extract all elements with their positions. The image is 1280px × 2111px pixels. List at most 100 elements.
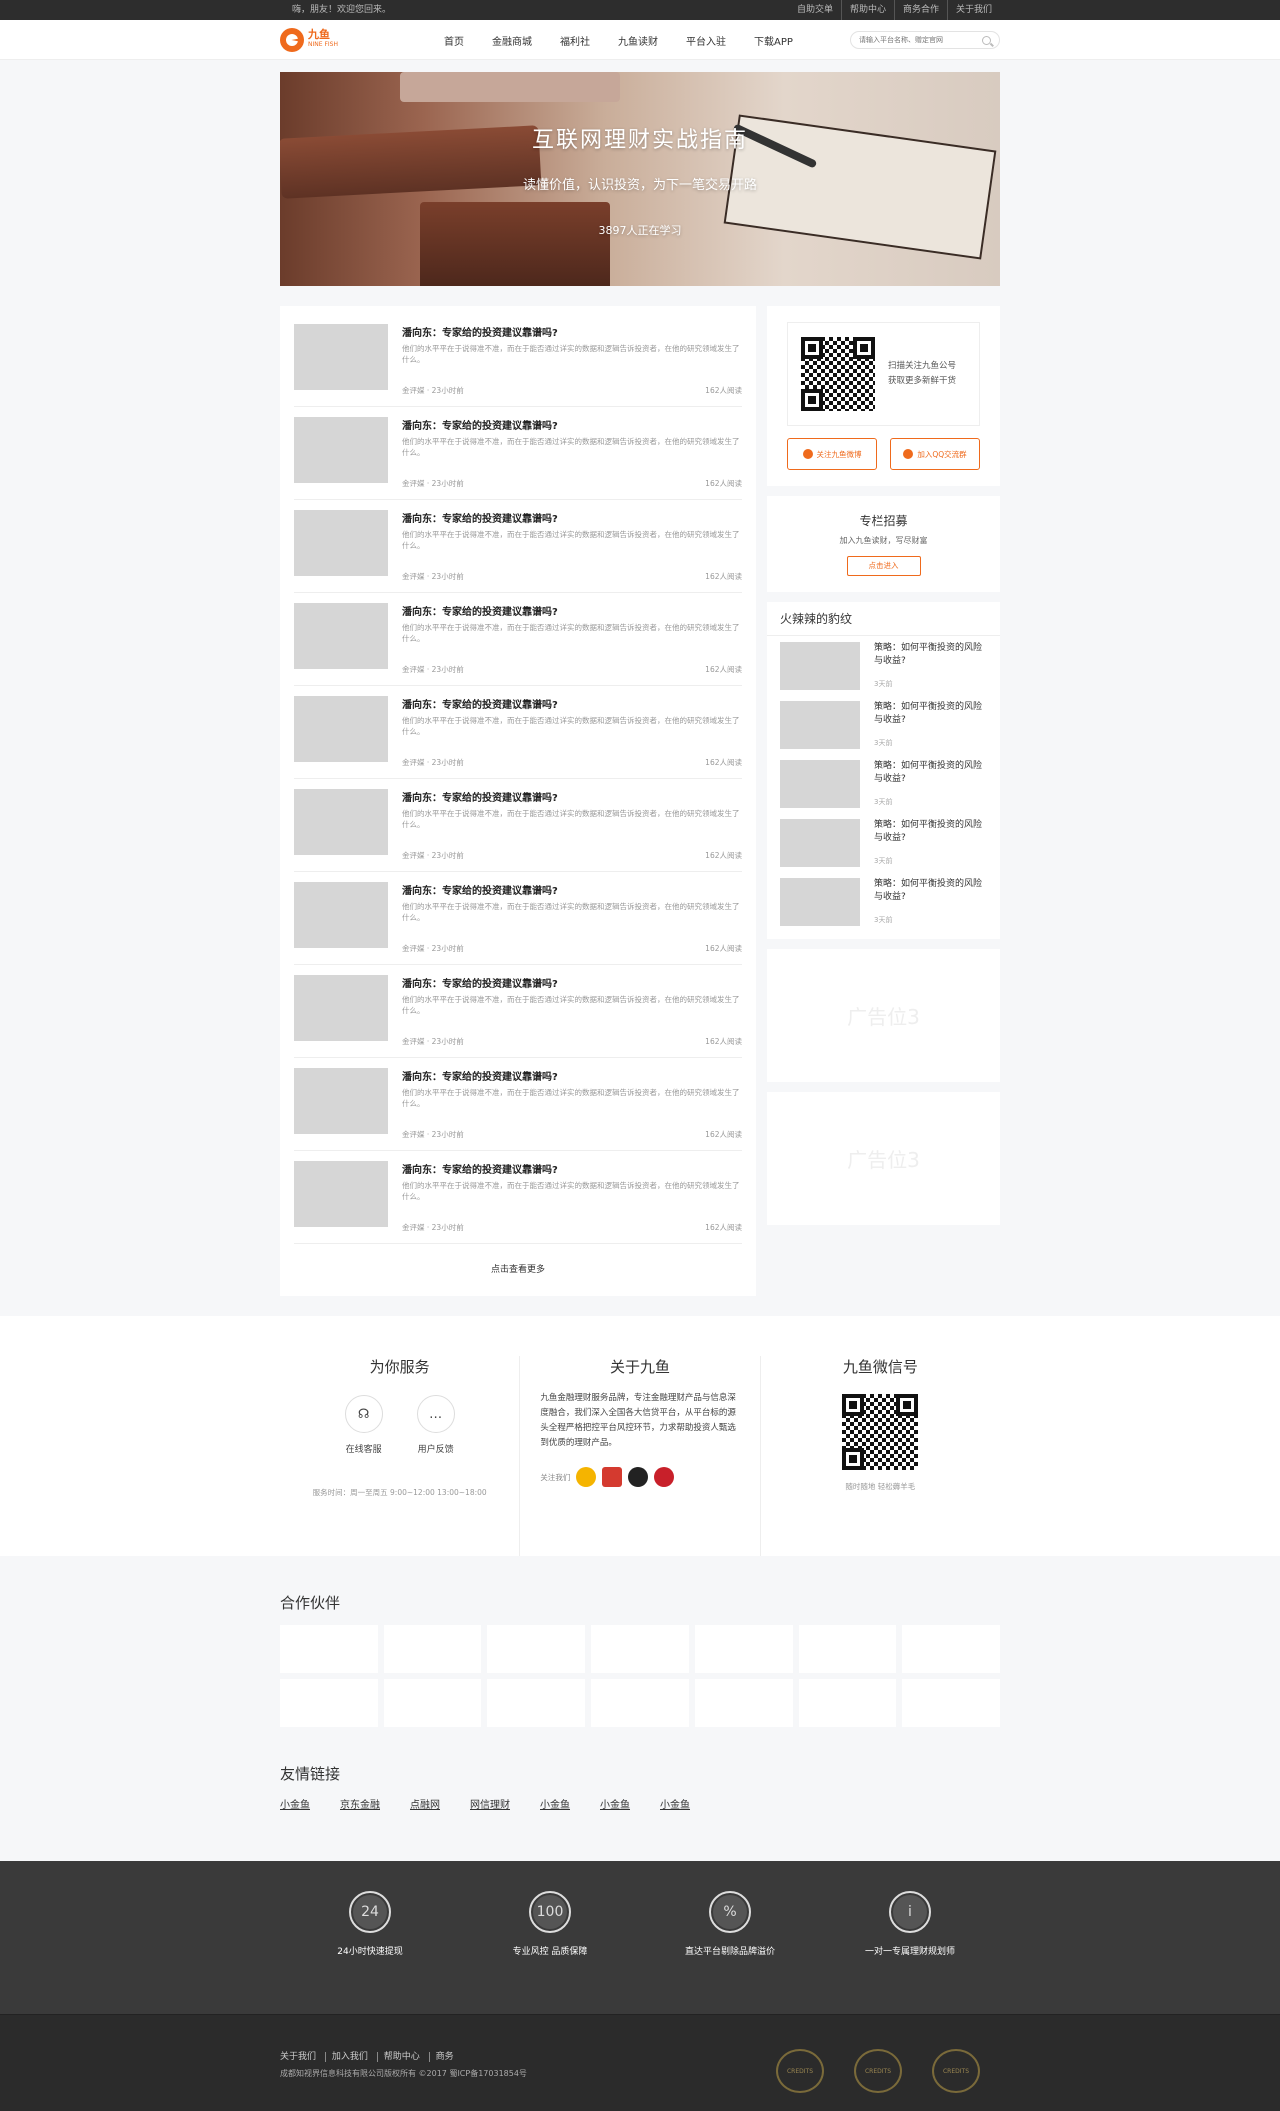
ad-slot[interactable]: 广告位3 [767, 949, 1000, 1082]
article-item[interactable]: 潘向东：专家给的投资建议靠谱吗? 他们的水平平在于说得准不准，而在于能否通过详实的… [294, 872, 742, 965]
ad-slot[interactable]: 广告位3 [767, 1092, 1000, 1225]
online-service-button[interactable]: ☊ 在线客服 [328, 1395, 400, 1455]
partner-logo[interactable] [694, 1625, 793, 1673]
article-thumbnail[interactable] [294, 1068, 388, 1134]
follow-weibo-button[interactable]: 关注九鱼微博 [787, 438, 877, 470]
load-more-button[interactable]: 点击查看更多 [294, 1244, 742, 1296]
fast-withdraw-icon: 24 [349, 1891, 391, 1933]
article-item[interactable]: 潘向东：专家给的投资建议靠谱吗? 他们的水平平在于说得准不准，而在于能否通过详实的… [294, 1151, 742, 1244]
hot-item[interactable]: 策略：如何平衡投资的风险与收益? 3天前 [780, 760, 987, 819]
hot-item[interactable]: 策略：如何平衡投资的风险与收益? 3天前 [780, 878, 987, 937]
partner-logo[interactable] [591, 1625, 689, 1673]
article-title[interactable]: 潘向东：专家给的投资建议靠谱吗? [402, 789, 742, 804]
hot-item-title[interactable]: 策略：如何平衡投资的风险与收益? [874, 760, 987, 786]
feedback-button[interactable]: … 用户反馈 [400, 1395, 472, 1455]
news-icon[interactable] [654, 1467, 675, 1487]
article-title[interactable]: 潘向东：专家给的投资建议靠谱吗? [402, 510, 742, 525]
partner-logo[interactable] [798, 1625, 897, 1673]
hot-item[interactable]: 策略：如何平衡投资的风险与收益? 3天前 [780, 642, 987, 701]
article-thumbnail[interactable] [294, 1161, 388, 1227]
media-icon[interactable] [628, 1467, 649, 1487]
article-item[interactable]: 潘向东：专家给的投资建议靠谱吗? 他们的水平平在于说得准不准，而在于能否通过详实的… [294, 779, 742, 872]
article-title[interactable]: 潘向东：专家给的投资建议靠谱吗? [402, 417, 742, 432]
article-title[interactable]: 潘向东：专家给的投资建议靠谱吗? [402, 603, 742, 618]
partner-logo[interactable] [280, 1679, 378, 1727]
copyright: 成都知视界信息科技有限公司版权所有 ©2017 蜀ICP备17031854号 [280, 2069, 527, 2078]
article-thumbnail[interactable] [294, 603, 388, 669]
hot-item-title[interactable]: 策略：如何平衡投资的风险与收益? [874, 701, 987, 727]
feature-label: 一对一专属理财规划师 [864, 1947, 955, 1957]
banner-learner-count: 3897人正在学习 [598, 224, 682, 237]
partner-logo[interactable] [487, 1625, 586, 1673]
friend-link[interactable]: 点融网 [410, 1796, 440, 1811]
top-link-about[interactable]: 关于我们 [946, 0, 1000, 20]
article-thumbnail[interactable] [294, 510, 388, 576]
footer-link-business[interactable]: 商务 [428, 2052, 460, 2062]
article-title[interactable]: 潘向东：专家给的投资建议靠谱吗? [402, 696, 742, 711]
footer-link-help[interactable]: 帮助中心 [376, 2052, 426, 2062]
article-thumbnail[interactable] [294, 882, 388, 948]
friend-link[interactable]: 小金鱼 [540, 1796, 570, 1811]
article-item[interactable]: 潘向东：专家给的投资建议靠谱吗? 他们的水平平在于说得准不准，而在于能否通过详实的… [294, 1058, 742, 1151]
partner-logo[interactable] [902, 1679, 1000, 1727]
hot-item-title[interactable]: 策略：如何平衡投资的风险与收益? [874, 642, 987, 668]
top-link-self-submit[interactable]: 自助交单 [789, 0, 841, 20]
hot-item-title[interactable]: 策略：如何平衡投资的风险与收益? [874, 878, 987, 904]
article-item[interactable]: 潘向东：专家给的投资建议靠谱吗? 他们的水平平在于说得准不准，而在于能否通过详实的… [294, 965, 742, 1058]
weibo-icon[interactable] [576, 1467, 597, 1487]
partner-logo[interactable] [280, 1625, 378, 1673]
partner-logo[interactable] [487, 1679, 586, 1727]
hot-item-title[interactable]: 策略：如何平衡投资的风险与收益? [874, 819, 987, 845]
search-input[interactable] [859, 36, 982, 44]
partner-logo[interactable] [902, 1625, 1000, 1673]
hot-item[interactable]: 策略：如何平衡投资的风险与收益? 3天前 [780, 819, 987, 878]
logo[interactable]: 九鱼 NINE FISH [280, 28, 420, 52]
search-icon[interactable] [982, 35, 991, 45]
nav-home[interactable]: 首页 [444, 33, 464, 48]
nav-download[interactable]: 下载APP [754, 33, 793, 48]
article-title[interactable]: 潘向东：专家给的投资建议靠谱吗? [402, 324, 742, 339]
article-item[interactable]: 潘向东：专家给的投资建议靠谱吗? 他们的水平平在于说得准不准，而在于能否通过详实的… [294, 593, 742, 686]
article-item[interactable]: 潘向东：专家给的投资建议靠谱吗? 他们的水平平在于说得准不准，而在于能否通过详实的… [294, 500, 742, 593]
about-text: 九鱼金融理财服务品牌，专注金融理财产品与信息深度融合，我们深入全国各大信贷平台，… [540, 1393, 736, 1448]
hot-item[interactable]: 策略：如何平衡投资的风险与收益? 3天前 [780, 701, 987, 760]
partner-logo[interactable] [383, 1679, 482, 1727]
nav-platform[interactable]: 平台入驻 [686, 33, 726, 48]
toutiao-icon[interactable] [602, 1467, 623, 1487]
article-thumbnail[interactable] [294, 789, 388, 855]
friend-link[interactable]: 网信理财 [470, 1796, 510, 1811]
top-link-business[interactable]: 商务合作 [893, 0, 947, 20]
partner-logo[interactable] [591, 1679, 689, 1727]
hot-thumbnail[interactable] [780, 701, 860, 749]
partner-logo[interactable] [798, 1679, 897, 1727]
nav-reading[interactable]: 九鱼读财 [618, 33, 658, 48]
nav-welfare[interactable]: 福利社 [560, 33, 590, 48]
friend-link[interactable]: 小金鱼 [600, 1796, 630, 1811]
partner-logo[interactable] [694, 1679, 793, 1727]
hot-thumbnail[interactable] [780, 642, 860, 690]
hot-thumbnail[interactable] [780, 878, 860, 926]
partner-logo[interactable] [383, 1625, 482, 1673]
article-thumbnail[interactable] [294, 324, 388, 390]
friend-link[interactable]: 京东金融 [340, 1796, 380, 1811]
article-thumbnail[interactable] [294, 975, 388, 1041]
footer-link-join[interactable]: 加入我们 [324, 2052, 374, 2062]
article-title[interactable]: 潘向东：专家给的投资建议靠谱吗? [402, 882, 742, 897]
friend-link[interactable]: 小金鱼 [280, 1796, 310, 1811]
article-item[interactable]: 潘向东：专家给的投资建议靠谱吗? 他们的水平平在于说得准不准，而在于能否通过详实的… [294, 686, 742, 779]
article-title[interactable]: 潘向东：专家给的投资建议靠谱吗? [402, 975, 742, 990]
nav-mall[interactable]: 金融商城 [492, 33, 532, 48]
recruit-enter-button[interactable]: 点击进入 [846, 556, 921, 576]
top-link-help[interactable]: 帮助中心 [840, 0, 894, 20]
article-thumbnail[interactable] [294, 696, 388, 762]
article-item[interactable]: 潘向东：专家给的投资建议靠谱吗? 他们的水平平在于说得准不准，而在于能否通过详实的… [294, 314, 742, 407]
join-qq-button[interactable]: 加入QQ交流群 [890, 438, 980, 470]
article-title[interactable]: 潘向东：专家给的投资建议靠谱吗? [402, 1161, 742, 1176]
hot-thumbnail[interactable] [780, 819, 860, 867]
article-thumbnail[interactable] [294, 417, 388, 483]
article-title[interactable]: 潘向东：专家给的投资建议靠谱吗? [402, 1068, 742, 1083]
friend-link[interactable]: 小金鱼 [660, 1796, 690, 1811]
article-item[interactable]: 潘向东：专家给的投资建议靠谱吗? 他们的水平平在于说得准不准，而在于能否通过详实的… [294, 407, 742, 500]
footer-link-about[interactable]: 关于我们 [280, 2052, 322, 2062]
hot-thumbnail[interactable] [780, 760, 860, 808]
